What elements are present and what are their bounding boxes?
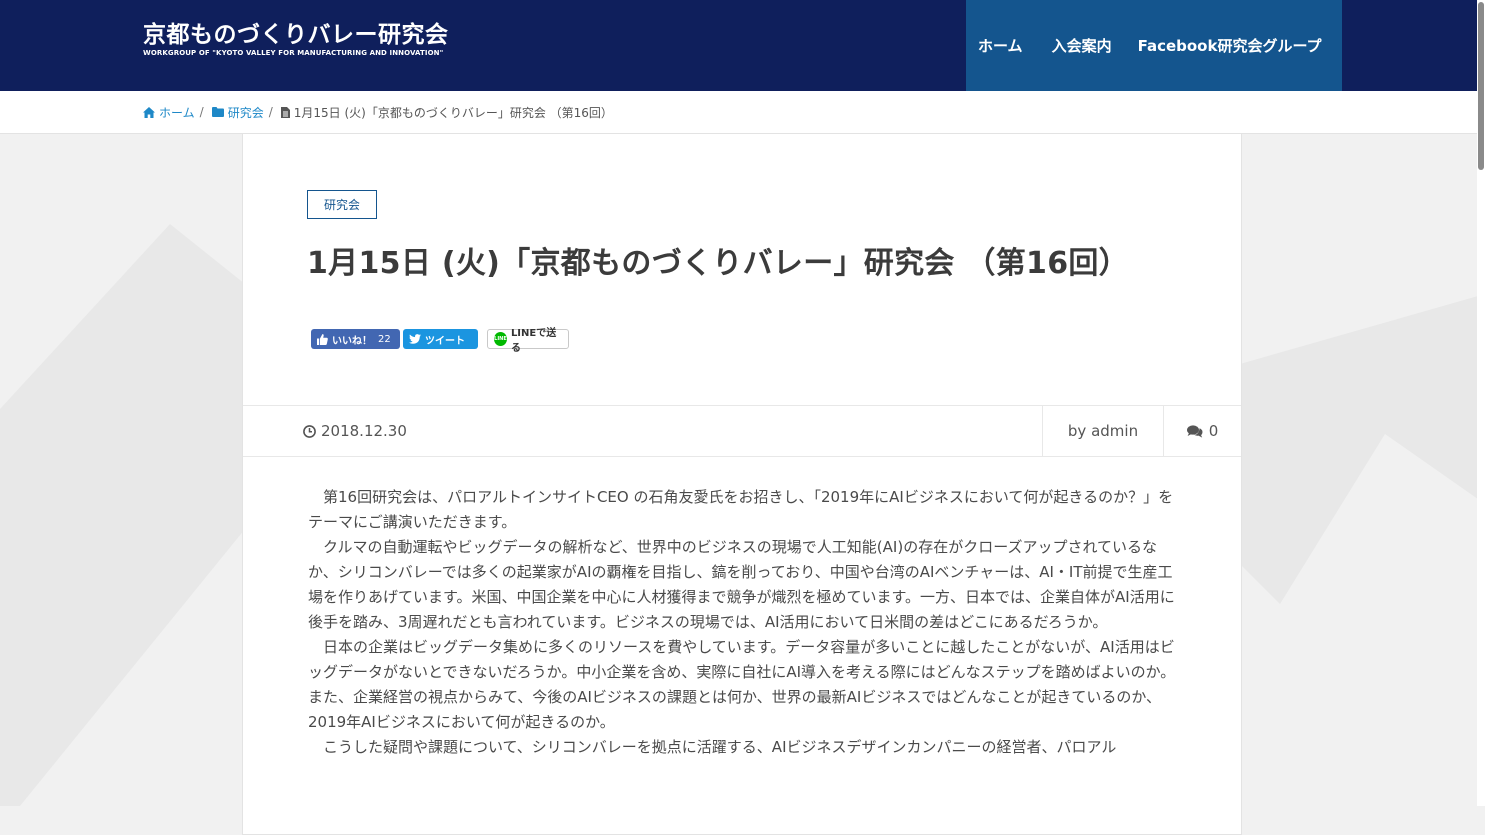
post-date: 2018.12.30 bbox=[243, 406, 1042, 456]
nav-home[interactable]: ホーム bbox=[966, 35, 1039, 56]
facebook-like-button[interactable]: いいね！ 22 bbox=[311, 329, 400, 349]
nav-facebook-group[interactable]: Facebook研究会グループ bbox=[1125, 35, 1322, 56]
article-paragraph: 日本の企業はビッグデータ集めに多くのリソースを費やしています。データ容量が多いこ… bbox=[308, 638, 1176, 681]
global-nav: ホーム 入会案内 Facebook研究会グループ bbox=[966, 0, 1342, 91]
breadcrumb-category[interactable]: 研究会 bbox=[211, 104, 264, 121]
line-share-label: LINEで送る bbox=[510, 328, 557, 354]
page-scrollbar[interactable] bbox=[1477, 0, 1485, 806]
breadcrumb-category-label: 研究会 bbox=[227, 105, 264, 120]
article: 研究会 1月15日 (火)「京都ものづくりバレー」研究会 （第16回） いいね！… bbox=[242, 134, 1242, 835]
breadcrumb-current: 1月15日 (火)「京都ものづくりバレー」研究会 （第16回） bbox=[280, 104, 613, 121]
nav-membership[interactable]: 入会案内 bbox=[1039, 35, 1125, 56]
thumbs-up-icon bbox=[317, 333, 328, 345]
article-title: 1月15日 (火)「京都ものづくりバレー」研究会 （第16回） bbox=[307, 246, 1129, 281]
article-body: 第16回研究会は、パロアルトインサイトCEO の石角友愛氏をお招きし、「2019… bbox=[308, 485, 1180, 760]
breadcrumb-home[interactable]: ホーム bbox=[143, 104, 195, 121]
breadcrumb: ホーム / 研究会 / 1月15日 (火)「京都ものづくりバレー」研究会 （第1… bbox=[0, 91, 1477, 134]
site-header: 京都ものづくりバレー研究会 WORKGROUP OF "KYOTO VALLEY… bbox=[0, 0, 1477, 91]
logo-title: 京都ものづくりバレー研究会 bbox=[143, 22, 449, 48]
logo-subtitle: WORKGROUP OF "KYOTO VALLEY FOR MANUFACTU… bbox=[143, 49, 444, 57]
breadcrumb-separator: / bbox=[268, 105, 273, 119]
article-paragraph: クルマの自動運転やビッグデータの解析など、世界中のビジネスの現場で人工知能(AI… bbox=[308, 538, 1175, 631]
breadcrumb-separator: / bbox=[199, 105, 204, 119]
article-paragraph: また、企業経営の視点からみて、今後のAIビジネスの課題とは何か、世界の最新AIビ… bbox=[308, 688, 1162, 731]
article-paragraph: こうした疑問や課題について、シリコンバレーを拠点に活躍する、AIビジネスデザイン… bbox=[308, 738, 1117, 756]
comments-icon bbox=[1186, 424, 1203, 438]
post-comments[interactable]: 0 bbox=[1163, 406, 1241, 456]
file-icon bbox=[280, 106, 290, 118]
facebook-like-count: 22 bbox=[378, 333, 391, 345]
scrollbar-thumb[interactable] bbox=[1478, 2, 1484, 170]
post-meta: 2018.12.30 by admin 0 bbox=[243, 405, 1241, 457]
article-paragraph: 第16回研究会は、パロアルトインサイトCEO の石角友愛氏をお招きし、「2019… bbox=[308, 488, 1174, 531]
folder-icon bbox=[211, 107, 224, 117]
post-comments-count: 0 bbox=[1208, 422, 1219, 440]
category-badge[interactable]: 研究会 bbox=[307, 190, 378, 219]
post-date-text: 2018.12.30 bbox=[321, 422, 407, 440]
breadcrumb-home-label: ホーム bbox=[159, 105, 195, 120]
line-share-button[interactable]: LINE LINEで送る bbox=[487, 328, 569, 354]
site-logo[interactable]: 京都ものづくりバレー研究会 WORKGROUP OF "KYOTO VALLEY… bbox=[143, 21, 449, 58]
clock-icon bbox=[303, 424, 316, 438]
tweet-label: ツイート bbox=[425, 335, 465, 347]
breadcrumb-current-label: 1月15日 (火)「京都ものづくりバレー」研究会 （第16回） bbox=[293, 105, 613, 120]
facebook-like-label: いいね！ bbox=[332, 335, 372, 347]
share-buttons: いいね！ 22 ツイート LINE LINEで送る bbox=[311, 328, 569, 354]
line-icon: LINE bbox=[494, 332, 507, 346]
post-author[interactable]: by admin bbox=[1042, 406, 1163, 456]
tweet-button[interactable]: ツイート bbox=[403, 329, 478, 349]
twitter-bird-icon bbox=[409, 334, 421, 344]
home-icon bbox=[143, 106, 155, 118]
